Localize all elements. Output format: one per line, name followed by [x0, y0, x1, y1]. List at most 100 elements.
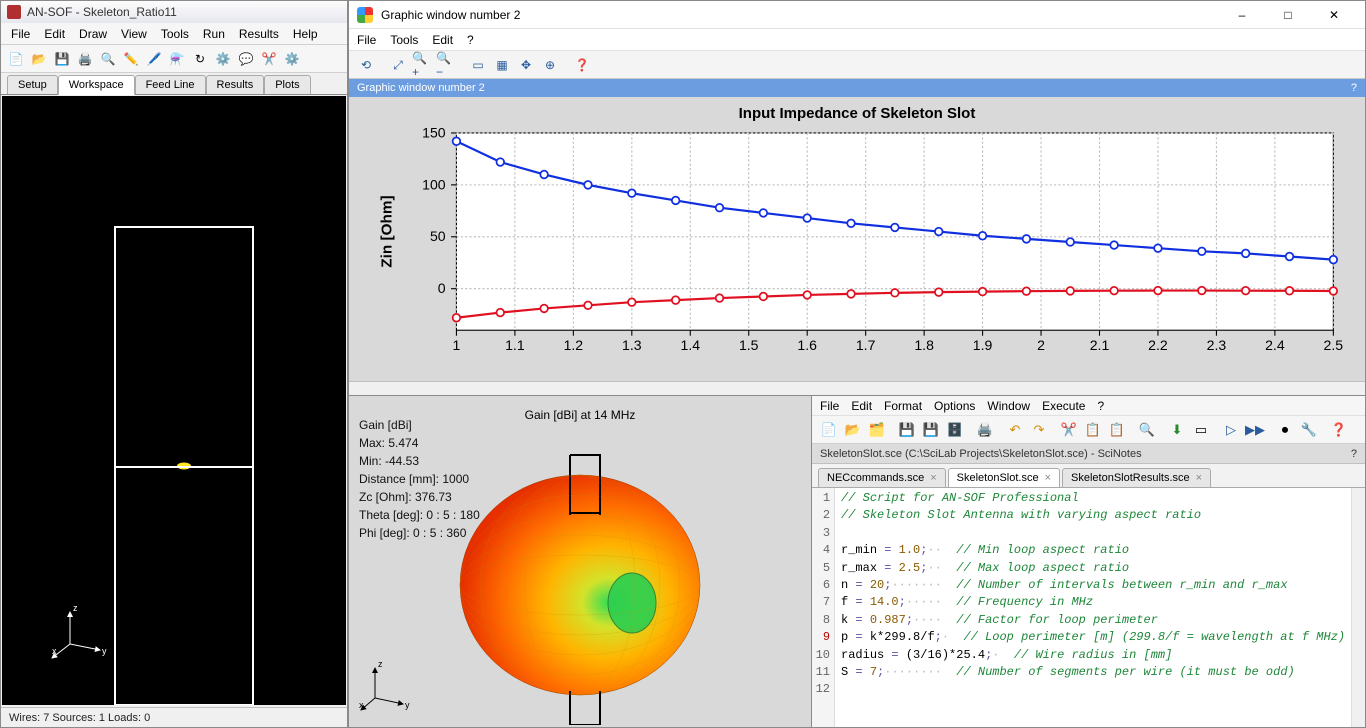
- code-editor[interactable]: 123456789101112 // Script for AN-SOF Pro…: [812, 488, 1365, 727]
- gwin-menu: File Tools Edit ?: [349, 29, 1365, 51]
- run-file-icon[interactable]: ▭: [1190, 419, 1212, 441]
- menu-help[interactable]: Help: [293, 27, 318, 41]
- code-content[interactable]: // Script for AN-SOF Professional// Skel…: [835, 488, 1351, 727]
- select-all-icon[interactable]: ▦: [491, 54, 513, 76]
- cut-icon[interactable]: ✂️: [1058, 419, 1080, 441]
- help-q-icon[interactable]: ?: [1351, 448, 1357, 460]
- svg-text:1.8: 1.8: [914, 338, 934, 354]
- zoom-fit-icon[interactable]: ⤢: [387, 54, 409, 76]
- help-q-icon[interactable]: ?: [1351, 82, 1357, 94]
- smenu-options[interactable]: Options: [934, 399, 975, 413]
- wrench-icon[interactable]: 🔧: [1298, 419, 1320, 441]
- close-icon[interactable]: ×: [1045, 472, 1051, 484]
- new-file-icon[interactable]: 📄: [5, 48, 27, 70]
- open-icon[interactable]: 📂: [842, 419, 864, 441]
- copy-icon[interactable]: 📋: [1082, 419, 1104, 441]
- help-icon[interactable]: ❓: [1328, 419, 1350, 441]
- menu-draw[interactable]: Draw: [79, 27, 107, 41]
- continue-icon[interactable]: ▶▶: [1244, 419, 1266, 441]
- new-icon[interactable]: 📄: [818, 419, 840, 441]
- print-icon[interactable]: 🖨️: [974, 419, 996, 441]
- menu-edit[interactable]: Edit: [44, 27, 65, 41]
- open-file-icon[interactable]: 📂: [28, 48, 50, 70]
- select-rect-icon[interactable]: ▭: [467, 54, 489, 76]
- smenu-edit[interactable]: Edit: [851, 399, 872, 413]
- svg-text:1.2: 1.2: [564, 338, 584, 354]
- svg-text:x: x: [52, 646, 57, 656]
- tab-workspace[interactable]: Workspace: [58, 75, 135, 95]
- tab-skeletonslotresults[interactable]: SkeletonSlotResults.sce ×: [1062, 468, 1211, 487]
- play-icon[interactable]: ▷: [1220, 419, 1242, 441]
- smenu-format[interactable]: Format: [884, 399, 922, 413]
- help-icon[interactable]: ❓: [571, 54, 593, 76]
- flask-icon[interactable]: ⚗️: [166, 48, 188, 70]
- download-icon[interactable]: ⬇: [1166, 419, 1188, 441]
- datatip-icon[interactable]: ⊕: [539, 54, 561, 76]
- menu-run[interactable]: Run: [203, 27, 225, 41]
- highlight-icon[interactable]: 🖊️: [143, 48, 165, 70]
- find-icon[interactable]: 🔍: [1136, 419, 1158, 441]
- smenu-file[interactable]: File: [820, 399, 839, 413]
- ansof-titlebar[interactable]: AN-SOF - Skeleton_Ratio11: [1, 1, 347, 23]
- minimize-button[interactable]: –: [1219, 1, 1265, 29]
- gwin-hscrollbar[interactable]: [349, 381, 1365, 395]
- tab-neccommands[interactable]: NECcommands.sce ×: [818, 468, 946, 487]
- svg-text:100: 100: [422, 177, 446, 193]
- pan-icon[interactable]: ✥: [515, 54, 537, 76]
- svg-text:1.3: 1.3: [622, 338, 642, 354]
- zoom-out-icon[interactable]: 🔍−: [435, 54, 457, 76]
- record-icon[interactable]: ⏺: [1274, 419, 1296, 441]
- gmenu-edit[interactable]: Edit: [432, 33, 453, 47]
- zoom-in-icon[interactable]: 🔍+: [411, 54, 433, 76]
- recent-icon[interactable]: 🗂️: [866, 419, 888, 441]
- tab-plots[interactable]: Plots: [264, 75, 310, 94]
- chat-icon[interactable]: 💬: [235, 48, 257, 70]
- close-icon[interactable]: ×: [930, 472, 936, 484]
- vertical-scrollbar[interactable]: [1351, 488, 1365, 727]
- rotate3d-icon[interactable]: ⟲: [355, 54, 377, 76]
- svg-text:2.1: 2.1: [1090, 338, 1110, 354]
- cut-icon[interactable]: ✂️: [258, 48, 280, 70]
- menu-view[interactable]: View: [121, 27, 147, 41]
- gear-icon[interactable]: ⚙️: [212, 48, 234, 70]
- gain3d-title: Gain [dBi] at 14 MHz: [525, 408, 636, 422]
- save-icon[interactable]: 💾: [896, 419, 918, 441]
- smenu-help[interactable]: ?: [1097, 399, 1104, 413]
- gmenu-help[interactable]: ?: [467, 33, 474, 47]
- smenu-window[interactable]: Window: [987, 399, 1030, 413]
- tab-setup[interactable]: Setup: [7, 75, 58, 94]
- refresh-icon[interactable]: ↻: [189, 48, 211, 70]
- tab-feedline[interactable]: Feed Line: [135, 75, 206, 94]
- smenu-execute[interactable]: Execute: [1042, 399, 1085, 413]
- save-as-icon[interactable]: 💾: [920, 419, 942, 441]
- gwin-title: Graphic window number 2: [381, 8, 520, 22]
- pencil-icon[interactable]: ✏️: [120, 48, 142, 70]
- undo-icon[interactable]: ↶: [1004, 419, 1026, 441]
- gmenu-tools[interactable]: Tools: [390, 33, 418, 47]
- redo-icon[interactable]: ↷: [1028, 419, 1050, 441]
- paste-icon[interactable]: 📋: [1106, 419, 1128, 441]
- maximize-button[interactable]: □: [1265, 1, 1311, 29]
- tab-skeletonslot[interactable]: SkeletonSlot.sce ×: [948, 468, 1060, 487]
- close-button[interactable]: ✕: [1311, 1, 1357, 29]
- gwin-titlebar[interactable]: Graphic window number 2 – □ ✕: [349, 1, 1365, 29]
- save-all-icon[interactable]: 🗄️: [944, 419, 966, 441]
- impedance-chart[interactable]: 11.11.21.31.41.51.61.71.81.922.12.22.32.…: [359, 122, 1355, 369]
- chart-area[interactable]: Input Impedance of Skeleton Slot 11.11.2…: [349, 97, 1365, 381]
- scinotes-pathbar: SkeletonSlot.sce (C:\SciLab Projects\Ske…: [812, 444, 1365, 464]
- menu-results[interactable]: Results: [239, 27, 279, 41]
- gain3d-panel: Gain [dBi] at 14 MHz Gain [dBi] Max: 5.4…: [348, 396, 812, 728]
- close-icon[interactable]: ×: [1196, 472, 1202, 484]
- save-icon[interactable]: 💾: [51, 48, 73, 70]
- menu-file[interactable]: File: [11, 27, 30, 41]
- menu-tools[interactable]: Tools: [161, 27, 189, 41]
- scinotes-path: SkeletonSlot.sce (C:\SciLab Projects\Ske…: [820, 448, 1142, 460]
- search-icon[interactable]: 🔍: [97, 48, 119, 70]
- ansof-3d-view[interactable]: z y x: [2, 96, 346, 705]
- tab-results[interactable]: Results: [206, 75, 265, 94]
- print-icon[interactable]: 🖨️: [74, 48, 96, 70]
- settings-icon[interactable]: ⚙️: [281, 48, 303, 70]
- gmenu-file[interactable]: File: [357, 33, 376, 47]
- ansof-toolbar: 📄 📂 💾 🖨️ 🔍 ✏️ 🖊️ ⚗️ ↻ ⚙️ 💬 ✂️ ⚙️: [1, 45, 347, 73]
- tab-skeletonslot-label: SkeletonSlot.sce: [957, 472, 1039, 484]
